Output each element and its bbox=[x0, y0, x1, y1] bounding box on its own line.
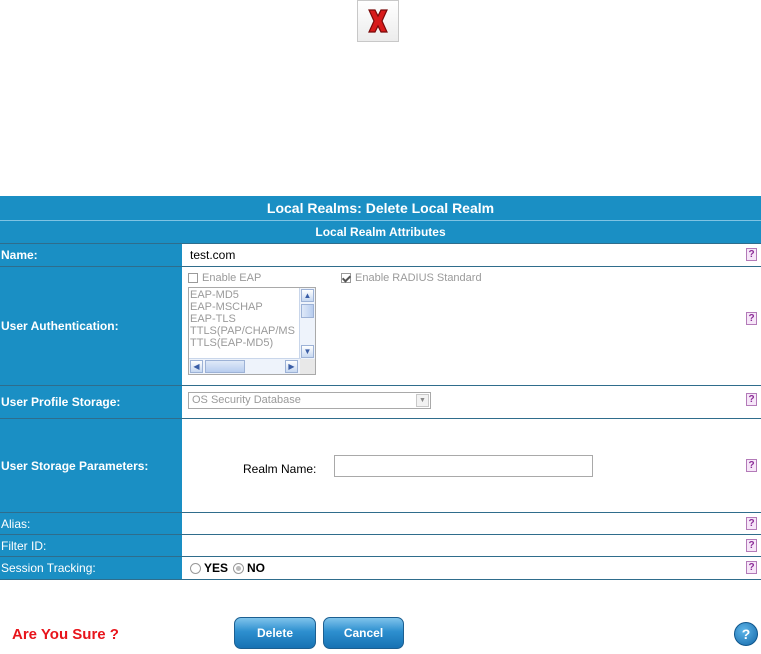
name-value: test.com bbox=[190, 248, 236, 262]
cancel-button[interactable]: Cancel bbox=[323, 617, 404, 649]
yes-radio-label: YES bbox=[204, 561, 229, 575]
list-item[interactable]: EAP-MD5 bbox=[190, 289, 300, 301]
checkbox-checked-icon bbox=[341, 273, 351, 283]
row-user-profile-storage: User Profile Storage: OS Security Databa… bbox=[0, 386, 761, 419]
row-name: Name: test.com ? bbox=[0, 244, 761, 267]
help-icon-alias[interactable]: ? bbox=[746, 517, 757, 530]
scroll-left-icon[interactable]: ◀ bbox=[190, 360, 203, 373]
help-icon-profile-storage[interactable]: ? bbox=[746, 393, 757, 406]
chevron-down-icon: ▼ bbox=[416, 394, 429, 407]
panel-subtitle: Local Realm Attributes bbox=[0, 221, 761, 244]
help-icon-filter-id[interactable]: ? bbox=[746, 539, 757, 552]
vertical-scrollbar[interactable]: ▲ ▼ bbox=[299, 288, 315, 360]
help-icon-name[interactable]: ? bbox=[746, 248, 757, 261]
help-icon-user-auth[interactable]: ? bbox=[746, 312, 757, 325]
delete-button[interactable]: Delete bbox=[234, 617, 316, 649]
list-item[interactable]: EAP-TLS bbox=[190, 313, 300, 325]
no-radio-label: NO bbox=[247, 561, 266, 575]
row-filter-id: Filter ID: ? bbox=[0, 535, 761, 557]
row-alias: Alias: ? bbox=[0, 513, 761, 535]
session-tracking-label: Session Tracking: bbox=[0, 557, 182, 579]
alias-label: Alias: bbox=[0, 513, 182, 534]
yes-radio[interactable] bbox=[190, 562, 201, 574]
enable-radius-checkbox[interactable]: Enable RADIUS Standard bbox=[341, 272, 482, 284]
list-item[interactable]: TTLS(EAP-MD5) bbox=[190, 337, 300, 349]
horizontal-scrollbar[interactable]: ◀ ▶ bbox=[189, 358, 301, 374]
scroll-down-icon[interactable]: ▼ bbox=[301, 345, 314, 358]
scroll-right-icon[interactable]: ▶ bbox=[285, 360, 298, 373]
no-radio[interactable] bbox=[233, 562, 245, 574]
row-user-authentication: User Authentication: Enable EAP Enable R… bbox=[0, 267, 761, 386]
scroll-corner bbox=[300, 359, 315, 374]
user-auth-label: User Authentication: bbox=[0, 267, 182, 385]
close-icon bbox=[368, 9, 388, 33]
storage-params-label: User Storage Parameters: bbox=[0, 419, 182, 512]
close-button[interactable] bbox=[357, 0, 399, 42]
realm-name-input[interactable] bbox=[334, 455, 593, 477]
help-icon-session-tracking[interactable]: ? bbox=[746, 561, 757, 574]
scroll-thumb[interactable] bbox=[205, 360, 245, 373]
help-button[interactable]: ? bbox=[734, 622, 758, 646]
checkbox-icon bbox=[188, 273, 198, 283]
profile-storage-label: User Profile Storage: bbox=[0, 386, 182, 418]
list-item[interactable]: EAP-MSCHAP bbox=[190, 301, 300, 313]
list-item[interactable]: TTLS(PAP/CHAP/MS bbox=[190, 325, 300, 337]
scroll-up-icon[interactable]: ▲ bbox=[301, 289, 314, 302]
filter-id-label: Filter ID: bbox=[0, 535, 182, 556]
profile-storage-select[interactable]: OS Security Database ▼ bbox=[188, 392, 431, 409]
eap-method-listbox[interactable]: EAP-MD5 EAP-MSCHAP EAP-TLS TTLS(PAP/CHAP… bbox=[188, 287, 316, 375]
help-icon-storage-params[interactable]: ? bbox=[746, 459, 757, 472]
enable-eap-checkbox[interactable]: Enable EAP bbox=[188, 272, 261, 284]
row-session-tracking: Session Tracking: YES NO ? bbox=[0, 557, 761, 580]
scroll-thumb[interactable] bbox=[301, 304, 314, 318]
realm-name-label: Realm Name: bbox=[243, 462, 317, 476]
row-user-storage-parameters: User Storage Parameters: Realm Name: ? bbox=[0, 419, 761, 513]
delete-realm-panel: Local Realms: Delete Local Realm Local R… bbox=[0, 196, 761, 580]
name-label: Name: bbox=[0, 244, 182, 266]
confirm-message: Are You Sure ? bbox=[12, 626, 119, 643]
panel-title: Local Realms: Delete Local Realm bbox=[0, 196, 761, 221]
